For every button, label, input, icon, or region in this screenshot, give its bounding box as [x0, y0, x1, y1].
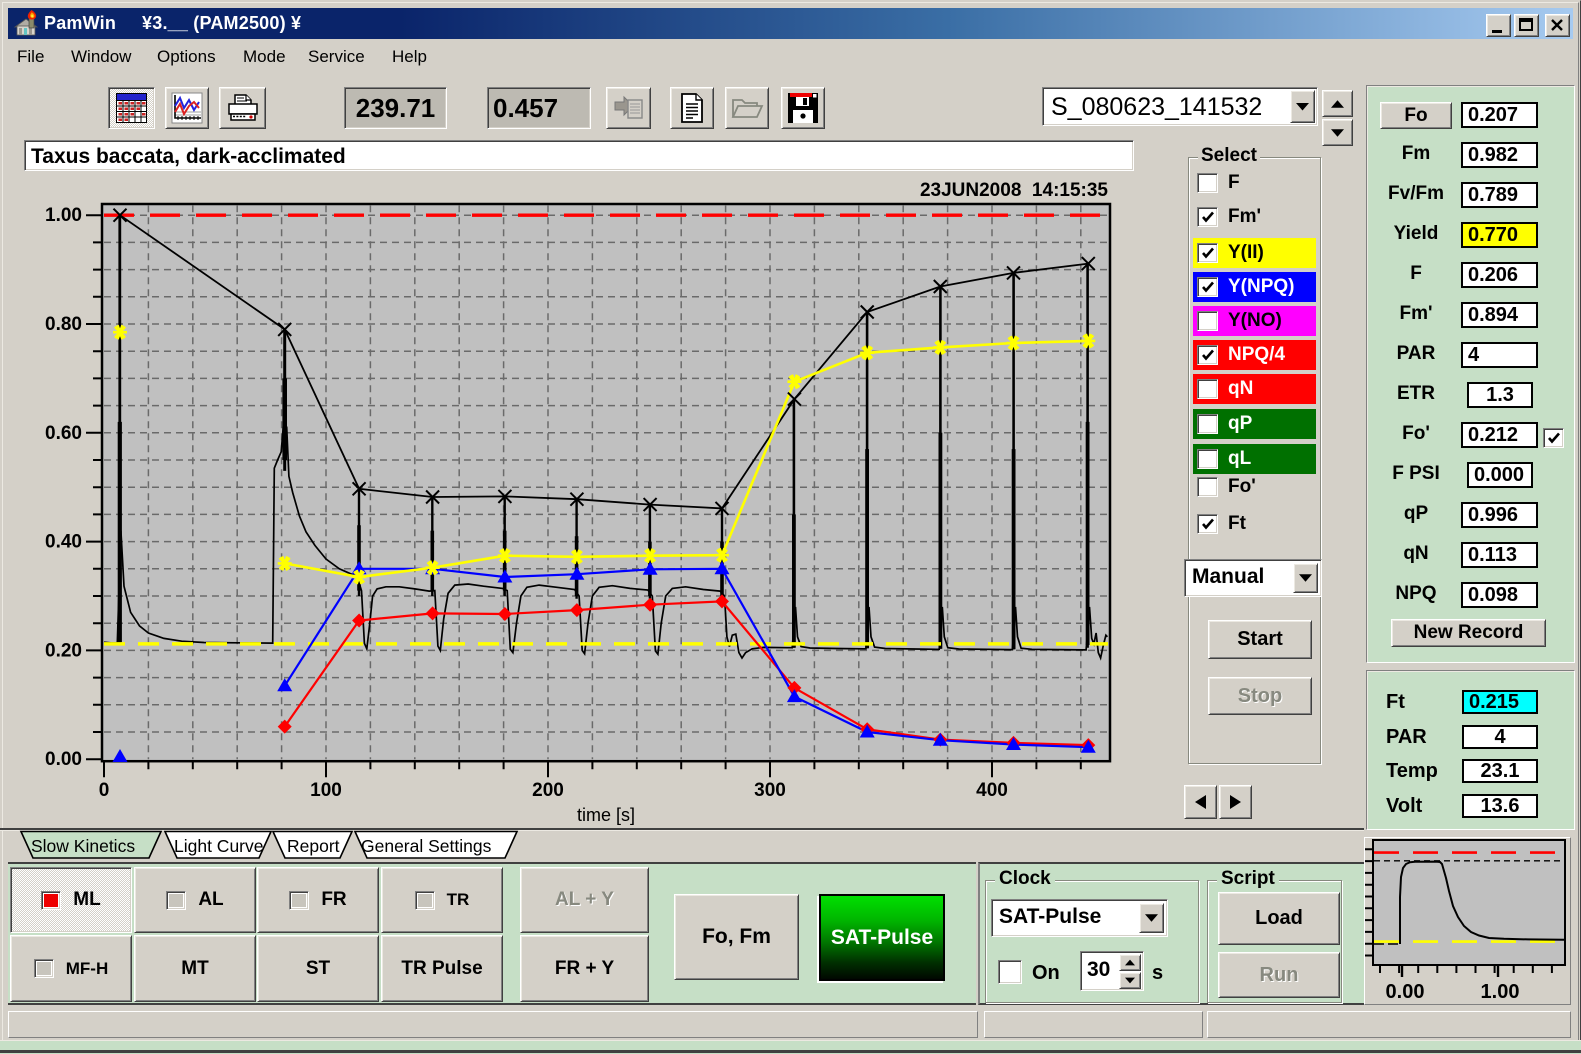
- svg-text:Light Curve: Light Curve: [174, 836, 264, 856]
- svg-text:0.00: 0.00: [45, 749, 82, 770]
- svg-text:300: 300: [754, 780, 786, 801]
- svg-text:0.00: 0.00: [1386, 981, 1425, 1003]
- svg-text:200: 200: [532, 780, 564, 801]
- svg-text:23JUN2008 14:15:35: 23JUN2008 14:15:35: [920, 180, 1108, 201]
- svg-text:Report: Report: [287, 836, 340, 856]
- svg-text:time [s]: time [s]: [577, 805, 635, 825]
- svg-text:General Settings: General Settings: [361, 836, 492, 856]
- svg-text:100: 100: [310, 780, 342, 801]
- svg-text:0: 0: [99, 780, 110, 801]
- svg-text:0.80: 0.80: [45, 314, 82, 335]
- svg-text:0.20: 0.20: [45, 640, 82, 661]
- svg-text:1.00: 1.00: [45, 205, 82, 226]
- svg-text:0.40: 0.40: [45, 532, 82, 553]
- svg-text:0.60: 0.60: [45, 423, 82, 444]
- svg-text:400: 400: [976, 780, 1008, 801]
- svg-text:1.00: 1.00: [1481, 981, 1520, 1003]
- svg-text:Slow Kinetics: Slow Kinetics: [31, 836, 135, 856]
